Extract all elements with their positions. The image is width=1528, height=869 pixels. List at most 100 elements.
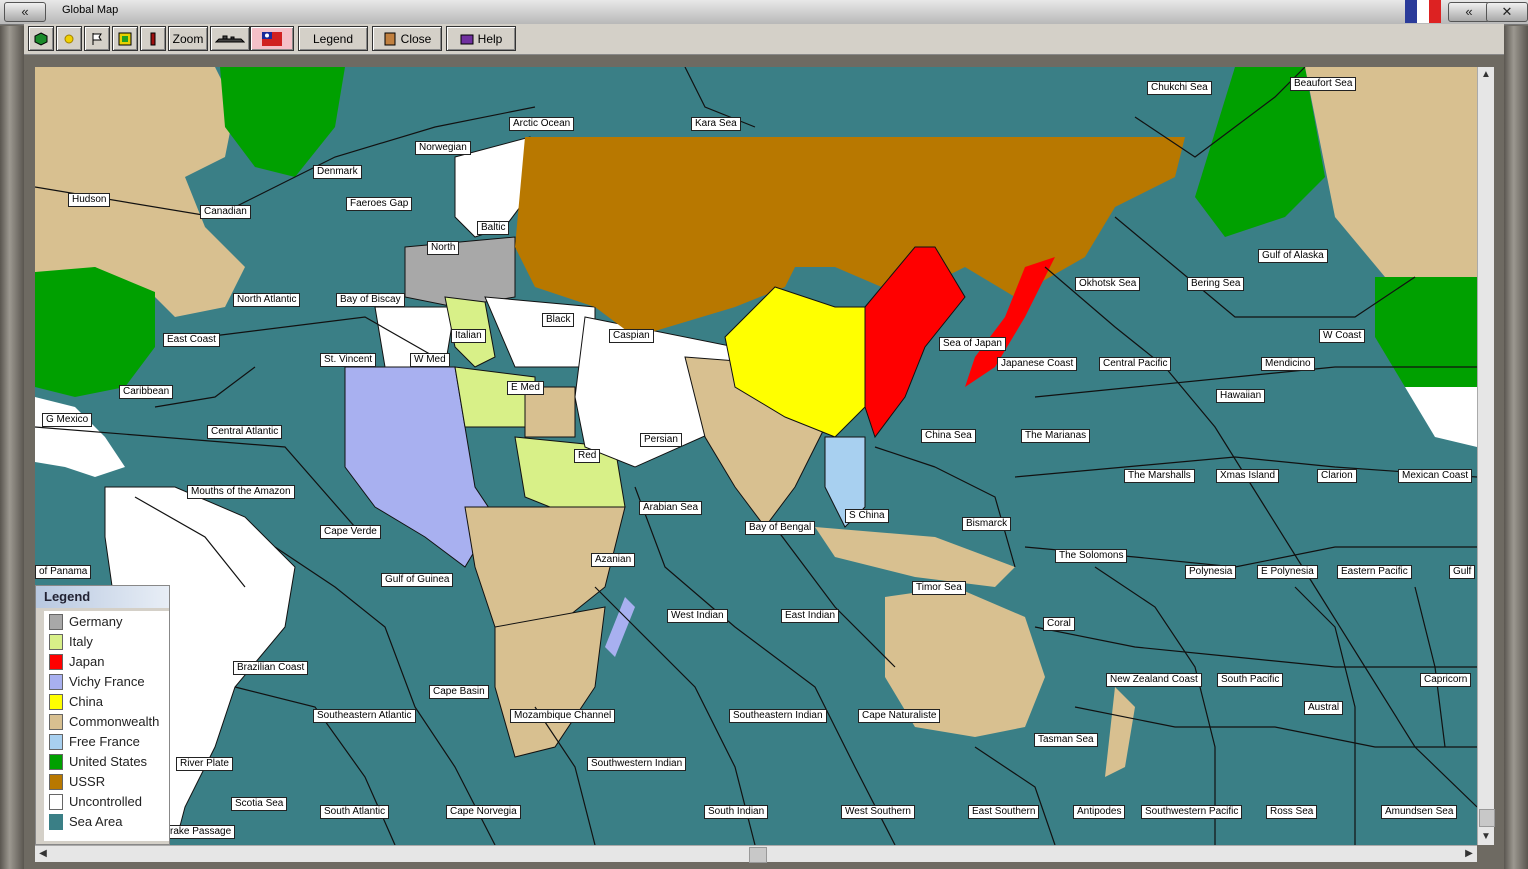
sea-label[interactable]: Caspian bbox=[609, 329, 654, 343]
sea-label[interactable]: Cape Norvegia bbox=[446, 805, 521, 819]
sea-label[interactable]: Mendicino bbox=[1261, 357, 1315, 371]
sea-label[interactable]: Coral bbox=[1043, 617, 1075, 631]
sea-label[interactable]: East Coast bbox=[163, 333, 220, 347]
sea-label[interactable]: Polynesia bbox=[1185, 565, 1237, 579]
help-button[interactable]: Help bbox=[446, 26, 516, 51]
sea-label[interactable]: Faeroes Gap bbox=[346, 197, 413, 211]
sea-label[interactable]: St. Vincent bbox=[320, 353, 377, 367]
fleet-button[interactable] bbox=[210, 26, 250, 51]
sea-label[interactable]: Tasman Sea bbox=[1034, 733, 1098, 747]
sea-label[interactable]: Denmark bbox=[313, 165, 362, 179]
close-button[interactable]: Close bbox=[372, 26, 442, 51]
sea-label[interactable]: Antipodes bbox=[1073, 805, 1126, 819]
sea-label[interactable]: Capricorn bbox=[1420, 673, 1472, 687]
sea-label[interactable]: The Marianas bbox=[1021, 429, 1091, 443]
flag-button[interactable] bbox=[84, 26, 110, 51]
sea-label[interactable]: E Med bbox=[507, 381, 544, 395]
sea-label[interactable]: Central Atlantic bbox=[207, 425, 283, 439]
sea-label[interactable]: Mouths of the Amazon bbox=[187, 485, 295, 499]
sea-label[interactable]: Xmas Island bbox=[1216, 469, 1280, 483]
sea-label[interactable]: South Atlantic bbox=[320, 805, 390, 819]
sea-label[interactable]: E Polynesia bbox=[1257, 565, 1318, 579]
scroll-down-icon[interactable]: ▼ bbox=[1478, 829, 1494, 845]
zoom-button[interactable]: Zoom bbox=[168, 26, 208, 51]
sea-label[interactable]: W Coast bbox=[1319, 329, 1366, 343]
sea-label[interactable]: North Atlantic bbox=[233, 293, 301, 307]
scroll-left-icon[interactable]: ◀ bbox=[35, 846, 51, 862]
sea-label[interactable]: Red bbox=[574, 449, 601, 463]
sea-label[interactable]: Gulf bbox=[1449, 565, 1476, 579]
sun-button[interactable] bbox=[56, 26, 82, 51]
horizontal-scroll-thumb[interactable] bbox=[749, 847, 767, 863]
sea-label[interactable]: S China bbox=[845, 509, 889, 523]
sea-label[interactable]: The Marshalls bbox=[1124, 469, 1195, 483]
sea-label[interactable]: Southeastern Atlantic bbox=[313, 709, 416, 723]
sea-label[interactable]: Clarion bbox=[1317, 469, 1357, 483]
sea-label[interactable]: Bay of Biscay bbox=[336, 293, 405, 307]
sea-label[interactable]: Cape Verde bbox=[320, 525, 381, 539]
sea-label[interactable]: Gulf of Alaska bbox=[1258, 249, 1328, 263]
sea-label[interactable]: New Zealand Coast bbox=[1106, 673, 1202, 687]
sea-label[interactable]: Central Pacific bbox=[1099, 357, 1172, 371]
sea-label[interactable]: South Pacific bbox=[1217, 673, 1284, 687]
sea-label[interactable]: Hawaiian bbox=[1216, 389, 1266, 403]
sea-label[interactable]: Bay of Bengal bbox=[745, 521, 816, 535]
sea-label[interactable]: of Panama bbox=[35, 565, 92, 579]
legend-button[interactable]: Legend bbox=[298, 26, 368, 51]
vertical-scroll-thumb[interactable] bbox=[1479, 809, 1495, 827]
sea-label[interactable]: G Mexico bbox=[42, 413, 93, 427]
sea-label[interactable]: Black bbox=[542, 313, 575, 327]
scroll-right-icon[interactable]: ▶ bbox=[1461, 846, 1477, 862]
close-window-button[interactable]: ✕ bbox=[1486, 2, 1528, 22]
sea-label[interactable]: Chukchi Sea bbox=[1147, 81, 1212, 95]
sea-label[interactable]: Kara Sea bbox=[691, 117, 741, 131]
sea-label[interactable]: East Southern bbox=[968, 805, 1040, 819]
sea-label[interactable]: China Sea bbox=[921, 429, 976, 443]
minimize-button[interactable]: « bbox=[1448, 2, 1490, 22]
sea-label[interactable]: Mozambique Channel bbox=[510, 709, 616, 723]
sea-label[interactable]: Timor Sea bbox=[912, 581, 966, 595]
sea-label[interactable]: Hudson bbox=[68, 193, 111, 207]
sea-label[interactable]: Bismarck bbox=[962, 517, 1012, 531]
sea-label[interactable]: Bering Sea bbox=[1187, 277, 1245, 291]
nationality-button[interactable] bbox=[250, 26, 294, 51]
sea-label[interactable]: W Med bbox=[410, 353, 450, 367]
sea-label[interactable]: Southwestern Indian bbox=[587, 757, 687, 771]
sea-label[interactable]: Brazilian Coast bbox=[233, 661, 309, 675]
sea-label[interactable]: Baltic bbox=[477, 221, 510, 235]
sea-label[interactable]: Norwegian bbox=[415, 141, 471, 155]
sea-label[interactable]: Gulf of Guinea bbox=[381, 573, 454, 587]
sea-label[interactable]: South Indian bbox=[704, 805, 769, 819]
sea-label[interactable]: Persian bbox=[640, 433, 682, 447]
sea-label[interactable]: Italian bbox=[451, 329, 486, 343]
sea-label[interactable]: Sea of Japan bbox=[939, 337, 1006, 351]
sea-label[interactable]: Eastern Pacific bbox=[1337, 565, 1412, 579]
vertical-scrollbar[interactable]: ▲ ▼ bbox=[1477, 67, 1495, 845]
sea-label[interactable]: River Plate bbox=[176, 757, 233, 771]
sea-label[interactable]: Arctic Ocean bbox=[509, 117, 575, 131]
hex-button[interactable] bbox=[28, 26, 54, 51]
horizontal-scrollbar[interactable]: ◀ ▶ bbox=[35, 845, 1477, 863]
unit-button[interactable] bbox=[112, 26, 138, 51]
sea-label[interactable]: Southwestern Pacific bbox=[1141, 805, 1243, 819]
sea-label[interactable]: The Solomons bbox=[1055, 549, 1128, 563]
sea-label[interactable]: Canadian bbox=[200, 205, 251, 219]
sea-label[interactable]: Cape Naturaliste bbox=[858, 709, 941, 723]
sea-label[interactable]: West Southern bbox=[841, 805, 915, 819]
sea-label[interactable]: West Indian bbox=[667, 609, 728, 623]
sea-label[interactable]: Beaufort Sea bbox=[1290, 77, 1357, 91]
sea-label[interactable]: North bbox=[427, 241, 460, 255]
sea-label[interactable]: Scotia Sea bbox=[231, 797, 288, 811]
window-menu-button[interactable]: « bbox=[4, 2, 46, 22]
factory-button[interactable] bbox=[140, 26, 166, 51]
scroll-up-icon[interactable]: ▲ bbox=[1478, 67, 1494, 83]
sea-label[interactable]: Arabian Sea bbox=[639, 501, 703, 515]
sea-label[interactable]: Mexican Coast bbox=[1398, 469, 1473, 483]
sea-label[interactable]: Austral bbox=[1304, 701, 1344, 715]
sea-label[interactable]: rake Passage bbox=[166, 825, 236, 839]
sea-label[interactable]: Ross Sea bbox=[1266, 805, 1318, 819]
sea-label[interactable]: Azanian bbox=[591, 553, 636, 567]
sea-label[interactable]: Caribbean bbox=[119, 385, 174, 399]
sea-label[interactable]: Cape Basin bbox=[429, 685, 489, 699]
sea-label[interactable]: Japanese Coast bbox=[997, 357, 1078, 371]
